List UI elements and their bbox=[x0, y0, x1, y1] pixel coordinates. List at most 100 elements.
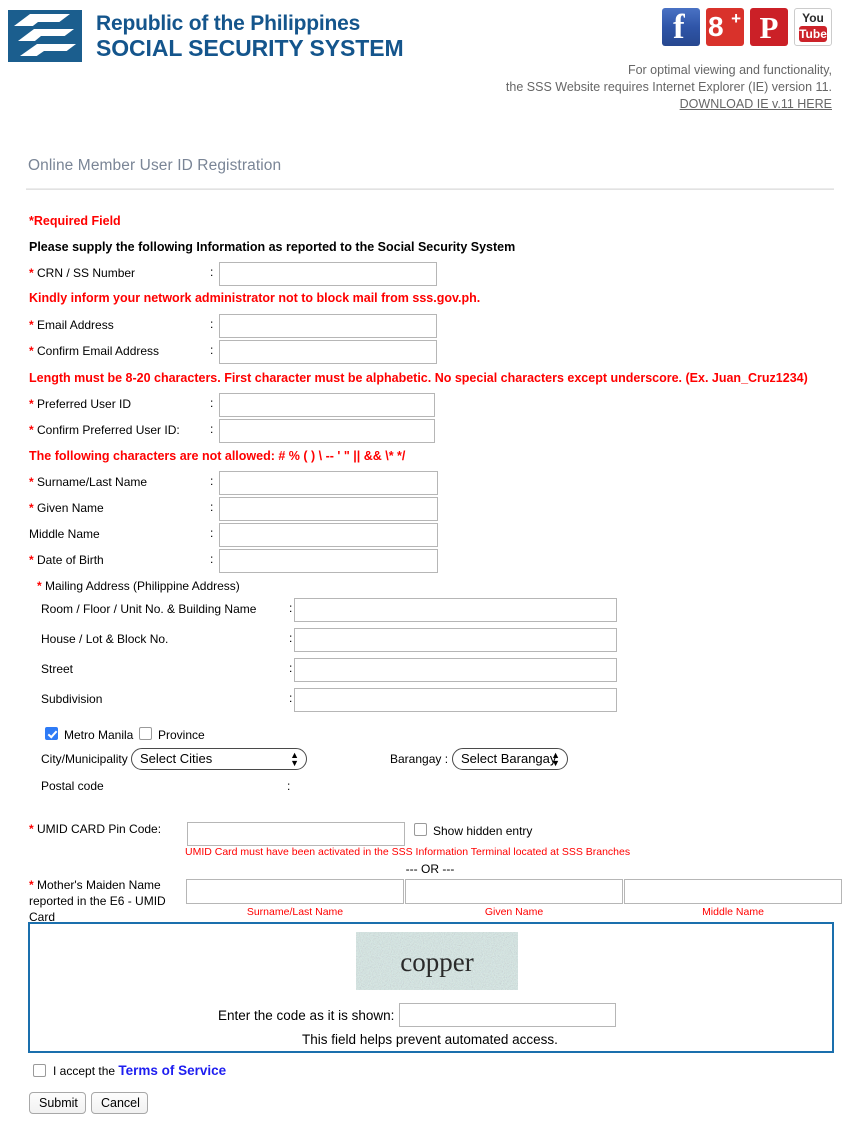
date-of-birth-input[interactable] bbox=[219, 549, 438, 573]
captcha-image: copper bbox=[356, 932, 518, 990]
mmn-line-1: Mother's Maiden Name bbox=[37, 878, 161, 892]
youtube-you: You bbox=[802, 11, 824, 25]
accept-terms-checkbox[interactable] bbox=[33, 1064, 46, 1077]
barangay-chevron-icon: ▲ ▼ bbox=[551, 750, 560, 768]
surname-label: * Surname/Last Name bbox=[29, 475, 148, 489]
given-name-input[interactable] bbox=[219, 497, 438, 521]
crn-label: * CRN / SS Number bbox=[29, 266, 136, 280]
field-row-surname: * Surname/Last Name : bbox=[29, 471, 449, 497]
city-municipality-select[interactable]: Select Cities ▲ ▼ bbox=[131, 748, 307, 770]
field-row-room-floor: Room / Floor / Unit No. & Building Name … bbox=[41, 598, 641, 624]
submit-button[interactable]: Submit bbox=[29, 1092, 86, 1114]
province-checkbox[interactable] bbox=[139, 727, 152, 740]
umid-activation-note: UMID Card must have been activated in th… bbox=[185, 846, 631, 858]
mmn-line-2: reported in the E6 - UMID Card bbox=[29, 894, 166, 924]
page-title: Online Member User ID Registration bbox=[28, 157, 282, 174]
field-row-umid-pin: * UMID CARD Pin Code: bbox=[29, 818, 629, 846]
postal-code-colon: : bbox=[287, 779, 291, 793]
google-plus-glyph: 8 bbox=[708, 11, 724, 42]
field-row-confirm-email: * Confirm Email Address : bbox=[29, 340, 449, 366]
mothers-given-name-input[interactable] bbox=[405, 879, 623, 904]
field-row-street: Street : bbox=[41, 658, 641, 684]
email-input[interactable] bbox=[219, 314, 437, 338]
field-row-house-lot: House / Lot & Block No. : bbox=[41, 628, 641, 654]
captcha-code-text: copper bbox=[400, 947, 474, 977]
youtube-icon[interactable]: You Tube bbox=[794, 8, 832, 46]
show-hidden-entry-label: Show hidden entry bbox=[433, 824, 533, 838]
ie-notice-line-2: the SSS Website requires Internet Explor… bbox=[505, 80, 832, 94]
city-chevron-icon: ▲ ▼ bbox=[290, 750, 299, 768]
pinterest-icon[interactable]: P bbox=[750, 8, 788, 46]
city-municipality-label: City/Municipality : bbox=[41, 752, 135, 766]
house-lot-input[interactable] bbox=[294, 628, 617, 652]
user-id-colon: : bbox=[210, 396, 214, 410]
confirm-user-id-input[interactable] bbox=[219, 419, 435, 443]
ie-download-link[interactable]: DOWNLOAD IE v.11 HERE bbox=[506, 96, 832, 113]
surname-input[interactable] bbox=[219, 471, 438, 495]
email-label: * Email Address bbox=[29, 318, 114, 332]
captcha-help-text: This field helps prevent automated acces… bbox=[302, 1032, 558, 1047]
house-lot-label: House / Lot & Block No. bbox=[41, 632, 169, 646]
middle-name-input[interactable] bbox=[219, 523, 438, 547]
terms-of-service-link[interactable]: Terms of Service bbox=[118, 1063, 226, 1078]
street-colon: : bbox=[289, 661, 293, 675]
registration-page: Republic of the Philippines SOCIAL SECUR… bbox=[0, 0, 860, 1136]
cancel-button[interactable]: Cancel bbox=[91, 1092, 148, 1114]
room-floor-input[interactable] bbox=[294, 598, 617, 622]
crn-input[interactable] bbox=[219, 262, 437, 286]
mothers-surname-column-label: Surname/Last Name bbox=[246, 906, 344, 918]
youtube-tube: Tube bbox=[799, 26, 827, 42]
middle-name-colon: : bbox=[210, 526, 214, 540]
user-id-rule-note: Length must be 8-20 characters. First ch… bbox=[29, 371, 808, 385]
mothers-surname-input[interactable] bbox=[186, 879, 404, 904]
facebook-glyph: f bbox=[673, 8, 685, 46]
google-plus-icon[interactable]: 8 + bbox=[706, 8, 744, 46]
subdivision-colon: : bbox=[289, 691, 293, 705]
umid-pin-input[interactable] bbox=[187, 822, 405, 846]
google-plus-sign: + bbox=[731, 9, 741, 28]
user-id-input[interactable] bbox=[219, 393, 435, 417]
supply-information-note: Please supply the following Information … bbox=[29, 240, 516, 254]
social-links: f 8 + P You Tube bbox=[662, 8, 832, 46]
mailing-address-heading: * Mailing Address (Philippine Address) bbox=[37, 579, 240, 593]
barangay-label: Barangay : bbox=[390, 752, 449, 766]
given-name-colon: : bbox=[210, 500, 214, 514]
pinterest-glyph: P bbox=[759, 10, 779, 45]
metro-manila-checkbox[interactable] bbox=[45, 727, 58, 740]
field-row-user-id: * Preferred User ID : bbox=[29, 393, 449, 419]
show-hidden-entry-checkbox[interactable] bbox=[414, 823, 427, 836]
umid-pin-label: * UMID CARD Pin Code: bbox=[29, 822, 162, 836]
subdivision-input[interactable] bbox=[294, 688, 617, 712]
field-row-confirm-user-id: * Confirm Preferred User ID: : bbox=[29, 419, 449, 445]
accept-terms-label: I accept the Terms of Service bbox=[53, 1063, 226, 1078]
confirm-email-input[interactable] bbox=[219, 340, 437, 364]
postal-code-label: Postal code bbox=[41, 779, 104, 793]
room-floor-colon: : bbox=[289, 601, 293, 615]
mothers-given-name-column-label: Given Name bbox=[484, 906, 544, 918]
email-colon: : bbox=[210, 317, 214, 331]
date-of-birth-label: * Date of Birth bbox=[29, 553, 104, 567]
date-of-birth-colon: : bbox=[210, 552, 214, 566]
field-row-crn: * CRN / SS Number : bbox=[29, 262, 449, 288]
confirm-user-id-colon: : bbox=[210, 422, 214, 436]
brand-line-2: SOCIAL SECURITY SYSTEM bbox=[96, 34, 404, 61]
confirm-email-colon: : bbox=[210, 343, 214, 357]
captcha-prompt-label: Enter the code as it is shown: bbox=[218, 1008, 395, 1023]
barangay-select[interactable]: Select Barangay ▲ ▼ bbox=[452, 748, 568, 770]
mothers-middle-name-input[interactable] bbox=[624, 879, 842, 904]
brand-line-1: Republic of the Philippines bbox=[96, 12, 361, 35]
street-input[interactable] bbox=[294, 658, 617, 682]
field-row-subdivision: Subdivision : bbox=[41, 688, 641, 714]
required-field-note: *Required Field bbox=[29, 214, 121, 228]
room-floor-label: Room / Floor / Unit No. & Building Name bbox=[41, 602, 257, 616]
middle-name-label: Middle Name bbox=[29, 527, 100, 541]
surname-colon: : bbox=[210, 474, 214, 488]
house-lot-colon: : bbox=[289, 631, 293, 645]
field-row-date-of-birth: * Date of Birth : bbox=[29, 549, 449, 575]
site-header: Republic of the Philippines SOCIAL SECUR… bbox=[0, 0, 860, 120]
confirm-email-label: * Confirm Email Address bbox=[29, 344, 160, 358]
facebook-icon[interactable]: f bbox=[662, 8, 700, 46]
ie-notice: For optimal viewing and functionality, t… bbox=[506, 62, 832, 113]
captcha-input[interactable] bbox=[399, 1003, 616, 1027]
accept-prefix: I accept the bbox=[53, 1064, 116, 1078]
